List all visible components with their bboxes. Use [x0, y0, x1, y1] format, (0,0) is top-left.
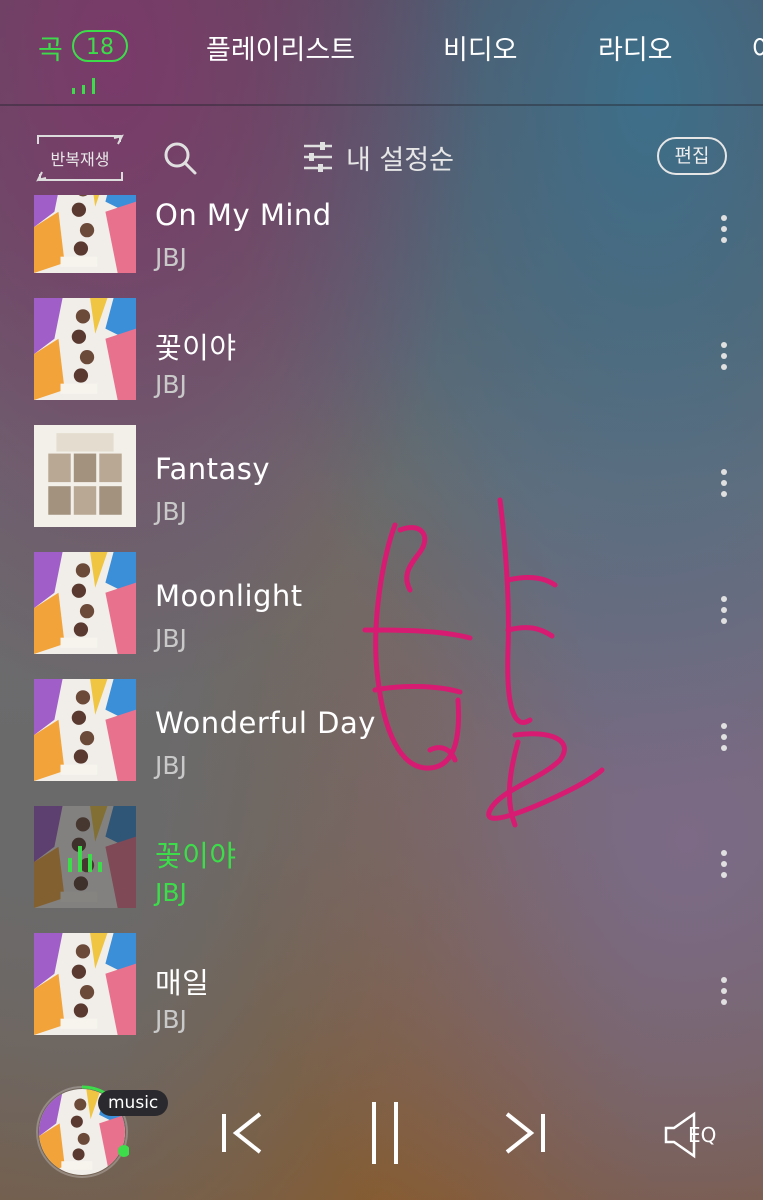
mini-player: music EQ: [0, 1060, 763, 1200]
album-art: [34, 552, 136, 654]
song-artist: JBJ: [155, 878, 187, 907]
more-vertical-icon[interactable]: [716, 342, 732, 382]
tab-songs[interactable]: 곡: [38, 28, 63, 67]
previous-icon[interactable]: [218, 1110, 264, 1156]
album-art: [34, 679, 136, 781]
more-vertical-icon[interactable]: [716, 596, 732, 636]
song-artist: JBJ: [155, 243, 187, 272]
album-art: [34, 298, 136, 400]
sort-label: 내 설정순: [346, 145, 454, 176]
repeat-button[interactable]: 반복재생: [34, 134, 126, 182]
album-art: [34, 933, 136, 1035]
tab-more[interactable]: 아: [752, 28, 763, 67]
song-artist: JBJ: [155, 497, 187, 526]
tab-playlists[interactable]: 플레이리스트: [206, 28, 355, 67]
eq-label: EQ: [688, 1123, 717, 1147]
song-title: On My Mind: [155, 198, 332, 232]
album-art: [34, 425, 136, 527]
song-count-badge: 18: [72, 30, 128, 62]
more-vertical-icon[interactable]: [716, 215, 732, 255]
song-artist: JBJ: [155, 1005, 187, 1034]
song-title: 매일: [155, 966, 210, 1000]
search-icon[interactable]: [162, 140, 198, 176]
source-badge: music: [98, 1090, 169, 1116]
album-art: [34, 806, 136, 908]
album-art: [34, 195, 136, 273]
song-title: 꽃이야: [155, 839, 237, 873]
more-vertical-icon[interactable]: [716, 469, 732, 509]
song-title: Fantasy: [155, 452, 271, 486]
tab-radio[interactable]: 라디오: [598, 28, 673, 67]
sliders-icon: [304, 142, 332, 172]
more-vertical-icon[interactable]: [716, 977, 732, 1017]
list-item[interactable]: 꽃이야 JBJ: [0, 286, 763, 413]
tab-videos[interactable]: 비디오: [443, 28, 518, 67]
song-artist: JBJ: [155, 751, 187, 780]
tab-overflow-clip: 아: [750, 0, 763, 100]
list-item[interactable]: 매일 JBJ: [0, 921, 763, 1048]
more-vertical-icon[interactable]: [716, 850, 732, 890]
repeat-label: 반복재생: [50, 150, 110, 169]
list-item[interactable]: On My Mind JBJ: [0, 195, 763, 286]
playing-bars-icon: [68, 846, 102, 872]
tab-eq-icon: [72, 78, 95, 94]
song-artist: JBJ: [155, 370, 187, 399]
song-artist: JBJ: [155, 624, 187, 653]
more-vertical-icon[interactable]: [716, 723, 732, 763]
next-icon[interactable]: [503, 1110, 549, 1156]
pause-icon[interactable]: [368, 1100, 404, 1166]
top-tab-bar: 곡 18 플레이리스트 비디오 라디오 아: [0, 0, 763, 106]
handwritten-overlay: [362, 497, 605, 828]
song-title: 꽃이야: [155, 331, 237, 365]
edit-button[interactable]: 편집: [657, 137, 727, 175]
song-title: Moonlight: [155, 579, 303, 613]
